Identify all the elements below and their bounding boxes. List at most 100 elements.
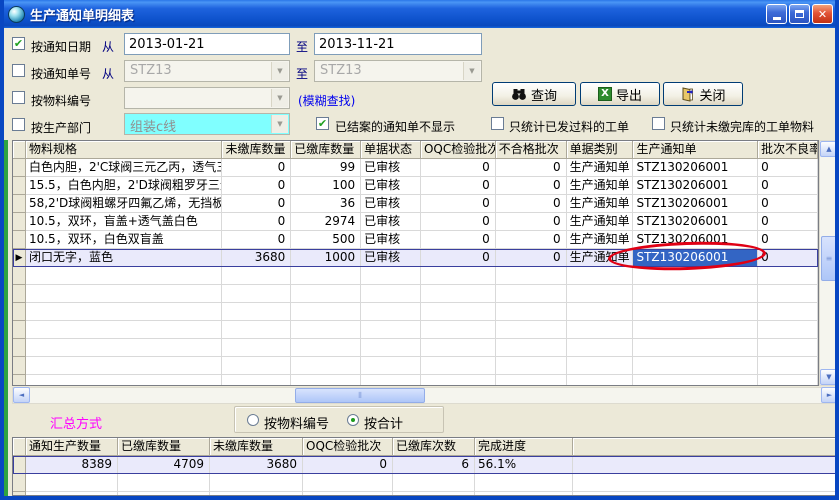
row-indicator [13,213,26,231]
header-cell[interactable]: 批次不良率 [758,141,818,159]
cell [758,375,818,386]
by-material-radio[interactable] [247,414,259,426]
cell [361,339,421,357]
query-button[interactable]: 查询 [492,82,576,106]
cell [26,285,222,303]
closed-hidden-checkbox[interactable]: ✔ [316,117,329,130]
cell [496,267,567,285]
from-label-2: 从 [102,65,114,82]
date-from-input[interactable] [124,33,290,55]
header-cell[interactable]: OQC检验批次 [303,438,393,456]
header-cell[interactable]: 已缴库数量 [118,438,210,456]
minimize-icon [773,17,781,20]
header-cell[interactable]: OQC检验批次 [421,141,496,159]
close-button[interactable]: ✕ [812,4,833,24]
chevron-down-icon[interactable]: ▼ [271,62,288,80]
header-cell [573,438,838,456]
scroll-left-button[interactable]: ◄ [13,387,30,403]
empty-row [13,285,818,303]
table-row[interactable]: 8389470936800656.1% [13,456,838,474]
close-form-button[interactable]: 关闭 [663,82,743,106]
cell [496,303,567,321]
cell [633,357,758,375]
cell: 0 [222,177,291,195]
table-row[interactable]: 白色内胆，2'C球阀三元乙丙，透气三099已审核00生产通知单STZ130206… [13,159,818,177]
header-cell[interactable]: 完成进度 [475,438,573,456]
cell [118,474,210,492]
by-number-checkbox[interactable] [12,64,25,77]
cell: 生产通知单 [567,177,634,195]
cell [210,492,303,496]
maximize-button[interactable] [789,4,810,24]
date-to-input[interactable] [314,33,482,55]
header-cell[interactable]: 通知生产数量 [26,438,118,456]
titlebar[interactable]: 生产通知单明细表 ✕ [0,0,839,28]
chevron-down-icon[interactable]: ▼ [463,62,480,80]
header-cell[interactable]: 未缴库数量 [210,438,303,456]
cell: STZ130206001 [633,177,758,195]
header-cell[interactable]: 物料规格 [26,141,222,159]
horizontal-scroll-thumb[interactable]: ⦀ [295,388,425,403]
cell [496,357,567,375]
header-cell[interactable]: 单据类别 [567,141,634,159]
only-unfinished-checkbox[interactable] [652,117,665,130]
export-button[interactable]: X 导出 [580,82,660,106]
by-material-checkbox[interactable] [12,91,25,104]
cell [291,357,361,375]
cell [291,285,361,303]
header-cell[interactable]: 已缴库数量 [291,141,361,159]
only-issued-checkbox[interactable] [491,117,504,130]
scroll-down-button[interactable]: ▼ [820,369,838,385]
cell: 已审核 [361,231,421,249]
department-combo[interactable]: 组装c线 ▼ [124,113,290,135]
number-from-value: STZ13 [130,63,172,78]
by-department-checkbox[interactable] [12,118,25,131]
cell [421,321,496,339]
cell [758,339,818,357]
cell [361,375,421,386]
material-combo[interactable]: ▼ [124,87,290,109]
row-indicator [13,456,26,474]
cell [567,303,634,321]
cell [222,303,291,321]
excel-icon: X [598,87,612,101]
main-table-header: 物料规格未缴库数量已缴库数量单据状态OQC检验批次不合格批次单据类别生产通知单批… [13,141,818,159]
cell [421,285,496,303]
minimize-button[interactable] [766,4,787,24]
horizontal-scrollbar[interactable]: ◄ ⦀ ► [12,387,839,404]
header-cell[interactable]: 生产通知单 [633,141,758,159]
chevron-down-icon[interactable]: ▼ [271,89,288,107]
header-cell[interactable]: 不合格批次 [496,141,567,159]
cell [26,357,222,375]
cell [26,267,222,285]
by-date-checkbox[interactable]: ✔ [12,37,25,50]
cell [496,321,567,339]
number-to-combo[interactable]: STZ13 ▼ [314,60,482,82]
cell: STZ130206001 [633,159,758,177]
from-label-1: 从 [102,38,114,55]
table-row[interactable]: 58,2'D球阀粗螺牙四氟乙烯，无挡板，036已审核00生产通知单STZ1302… [13,195,818,213]
header-cell[interactable]: 已缴库次数 [393,438,475,456]
cell: 99 [291,159,361,177]
by-total-radio[interactable] [347,414,359,426]
header-cell[interactable]: 未缴库数量 [222,141,291,159]
cell [26,375,222,386]
number-from-combo[interactable]: STZ13 ▼ [124,60,290,82]
cell [475,492,573,496]
cell [496,339,567,357]
table-row[interactable]: 10.5，双环，盲盖+透气盖白色02974已审核00生产通知单STZ130206… [13,213,818,231]
cell [291,375,361,386]
chevron-down-icon[interactable]: ▼ [271,115,288,133]
cell: STZ130206001 [633,213,758,231]
cell [573,492,838,496]
header-cell[interactable]: 单据状态 [361,141,421,159]
vertical-scrollbar[interactable]: ▲ ≡ ▼ [819,140,839,386]
table-row[interactable]: 15.5，白色内胆，2'D球阀粗罗牙三元0100已审核00生产通知单STZ130… [13,177,818,195]
vertical-scroll-thumb[interactable]: ≡ [821,236,837,281]
cell: 0 [496,195,567,213]
export-button-label: 导出 [616,85,642,104]
scroll-up-button[interactable]: ▲ [820,141,838,157]
row-indicator [13,267,26,285]
scroll-right-button[interactable]: ► [821,387,838,403]
app-icon [8,6,25,23]
